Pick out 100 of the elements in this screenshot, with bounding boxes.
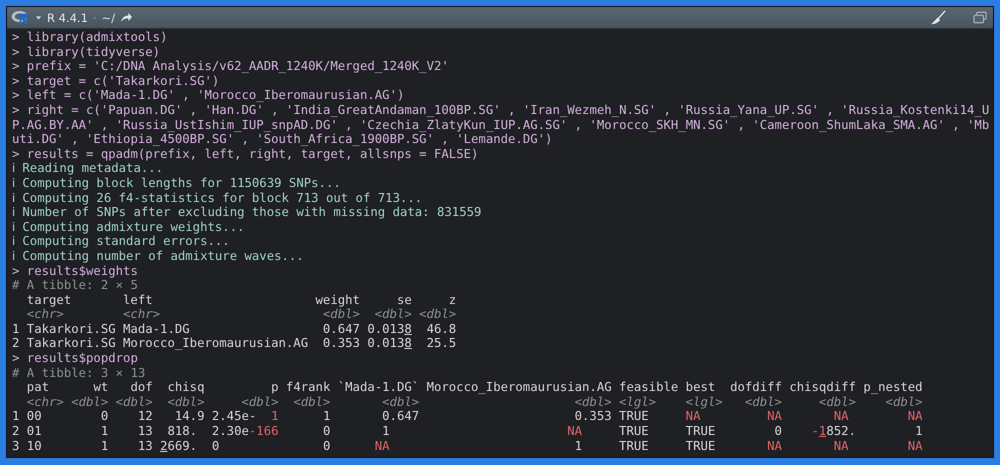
column-header: dofdiff <box>730 380 782 395</box>
column-type: <dbl> <box>293 394 330 410</box>
console-command: > target = c('Takarkori.SG') <box>12 74 220 88</box>
column-type: <lgl> <box>686 394 723 410</box>
column-header: pat <box>26 380 50 395</box>
console-message: ℹ Reading metadata... <box>12 161 164 176</box>
column-type: <lgl> <box>619 394 656 410</box>
working-directory[interactable]: ~/ <box>102 10 116 24</box>
table-cell: 13 <box>138 438 153 454</box>
row-number: 2 <box>12 336 20 352</box>
table-cell: 0.353 <box>574 409 612 424</box>
column-type: <dbl> <box>382 394 420 410</box>
column-header: `Mada-1.DG` <box>338 380 420 395</box>
column-header: wt <box>93 380 108 395</box>
table-cell: Mada-1.DG <box>123 322 190 336</box>
console-message: ℹ Computing block lengths for 1150639 SNPs... <box>12 176 342 191</box>
table-cell: 12 <box>138 409 153 424</box>
column-type: <chr> <box>26 394 64 410</box>
table-cell: 1 <box>100 424 108 439</box>
column-type: <chr> <box>26 307 64 322</box>
console-command: > results$popdrop <box>12 351 139 366</box>
column-header: dof <box>130 380 153 395</box>
column-header: left <box>123 292 153 308</box>
table-cell: 00 <box>26 409 42 424</box>
console-command: > results$weights <box>12 264 139 278</box>
column-header: z <box>448 292 456 308</box>
column-type: <dbl> <box>71 394 108 410</box>
table-cell-text: NA <box>374 438 391 454</box>
table-cell: 1 <box>100 438 108 454</box>
table-cell-text: NA <box>567 424 584 439</box>
maximize-icon[interactable] <box>973 11 987 24</box>
table-cell-text: 818. <box>167 424 198 439</box>
table-cell-text: NA <box>834 438 850 454</box>
column-header: p <box>271 380 279 395</box>
table-cell: NA <box>767 409 782 424</box>
row-number: 1 <box>12 322 20 336</box>
row-number: 2 <box>12 424 20 439</box>
caret-icon[interactable] <box>35 14 42 20</box>
forward-arrow-icon[interactable] <box>120 12 134 23</box>
table-cell: TRUE <box>619 409 649 424</box>
table-cell: 0 <box>322 438 330 454</box>
table-cell: TRUE <box>686 438 716 454</box>
table-cell: 2.30e-166 <box>212 424 279 439</box>
console-command: uti.DG' , 'Ethiopia_4500BP.SG' , 'South_Africa_1900BP.SG' , 'Lemande.DG') <box>12 132 554 147</box>
column-type: <dbl> <box>116 394 153 410</box>
separator-dot: · <box>92 10 97 24</box>
column-header: chisq <box>167 380 204 395</box>
column-header: se <box>396 292 412 308</box>
column-type: <chr> <box>123 307 160 322</box>
table-cell: 0.0138 <box>367 322 412 336</box>
table-cell: 10 <box>26 438 42 454</box>
table-cell: 1 <box>322 409 330 424</box>
console-command: P.AG.BY.AA' , 'Russia_UstIshim_IUP_snpAD.DG' , 'Czechia_ZlatyKun_IUP.AG.SG' , 'Morocco_SKH_MN.SG' , 'Cameroon_ShumLaka_SMA.AG' , 'Mb <box>12 118 990 132</box>
column-type: <dbl> <box>242 394 279 410</box>
column-header: f4rank <box>286 380 330 395</box>
console-command: > prefix = 'C:/DNA Analysis/v62_AADR_1240K/Merged_1240K_V2' <box>12 59 450 74</box>
table-cell: NA <box>908 409 923 424</box>
table-cell: Morocco_Iberomaurusian.AG <box>123 336 308 352</box>
column-header: Morocco_Iberomaurusian.AG <box>426 380 612 395</box>
column-type: <dbl> <box>818 394 856 410</box>
table-cell: -1852. <box>812 424 856 439</box>
table-cell: 2.45e- 1 <box>212 409 279 424</box>
table-cell: 0 <box>774 424 782 439</box>
column-type: <dbl> <box>744 394 782 410</box>
table-cell: Takarkori.SG <box>26 322 116 336</box>
table-cell-text: 1 <box>574 438 584 454</box>
table-cell-text: 1 <box>382 424 391 439</box>
table-cell: 0 <box>322 424 330 439</box>
console-command: > right = c('Papuan.DG' , 'Han.DG' , 'India_GreatAndaman_100BP.SG' , 'Iran_Wezmeh_N.SG' , 'Russia_Yana_UP.SG' , 'Russia_Kostenki14_U <box>12 102 990 118</box>
broom-icon[interactable] <box>930 10 947 25</box>
table-cell: TRUE <box>686 424 716 439</box>
console-command: > left = c('Mada-1.DG' , 'Morocco_Iberomaurusian.AG') <box>12 88 406 103</box>
column-header: target <box>26 292 72 308</box>
table-cell: Takarkori.SG <box>26 336 116 352</box>
column-type: <dbl> <box>374 307 412 322</box>
column-type: <dbl> <box>419 307 456 322</box>
table-cell: 0.647 <box>382 409 420 424</box>
console-command: > library(tidyverse) <box>12 44 162 60</box>
row-number: 1 <box>12 409 20 424</box>
table-cell: NA <box>908 438 923 454</box>
table-cell: 0 <box>100 409 108 424</box>
table-cell: 46.8 <box>426 322 456 336</box>
column-header: feasible <box>619 380 678 395</box>
console-comment: # A tibble: 3 × 13 <box>12 366 146 380</box>
column-header: best <box>686 380 716 395</box>
table-cell: 14.9 <box>174 409 204 424</box>
table-cell: NA <box>686 409 700 424</box>
row-number: 3 <box>12 438 20 454</box>
console-command: > library(admixtools) <box>12 30 168 45</box>
console-message: ℹ Computing 26 f4-statistics for block 713 out of 713... <box>12 190 424 206</box>
r-logo-icon[interactable] <box>11 10 30 25</box>
table-cell: 01 <box>26 424 42 439</box>
table-cell: 0 <box>212 438 220 454</box>
column-type: <dbl> <box>322 307 360 322</box>
table-cell: 0.353 <box>322 336 360 352</box>
console-message: ℹ Number of SNPs after excluding those with missing data: 831559 <box>12 205 482 220</box>
table-cell: TRUE <box>619 438 649 454</box>
column-header: p_nested <box>863 380 923 395</box>
console-command: > results = qpadm(prefix, left, right, target, allsnps = FALSE) <box>12 146 480 162</box>
table-cell: 0.0138 <box>367 336 412 352</box>
